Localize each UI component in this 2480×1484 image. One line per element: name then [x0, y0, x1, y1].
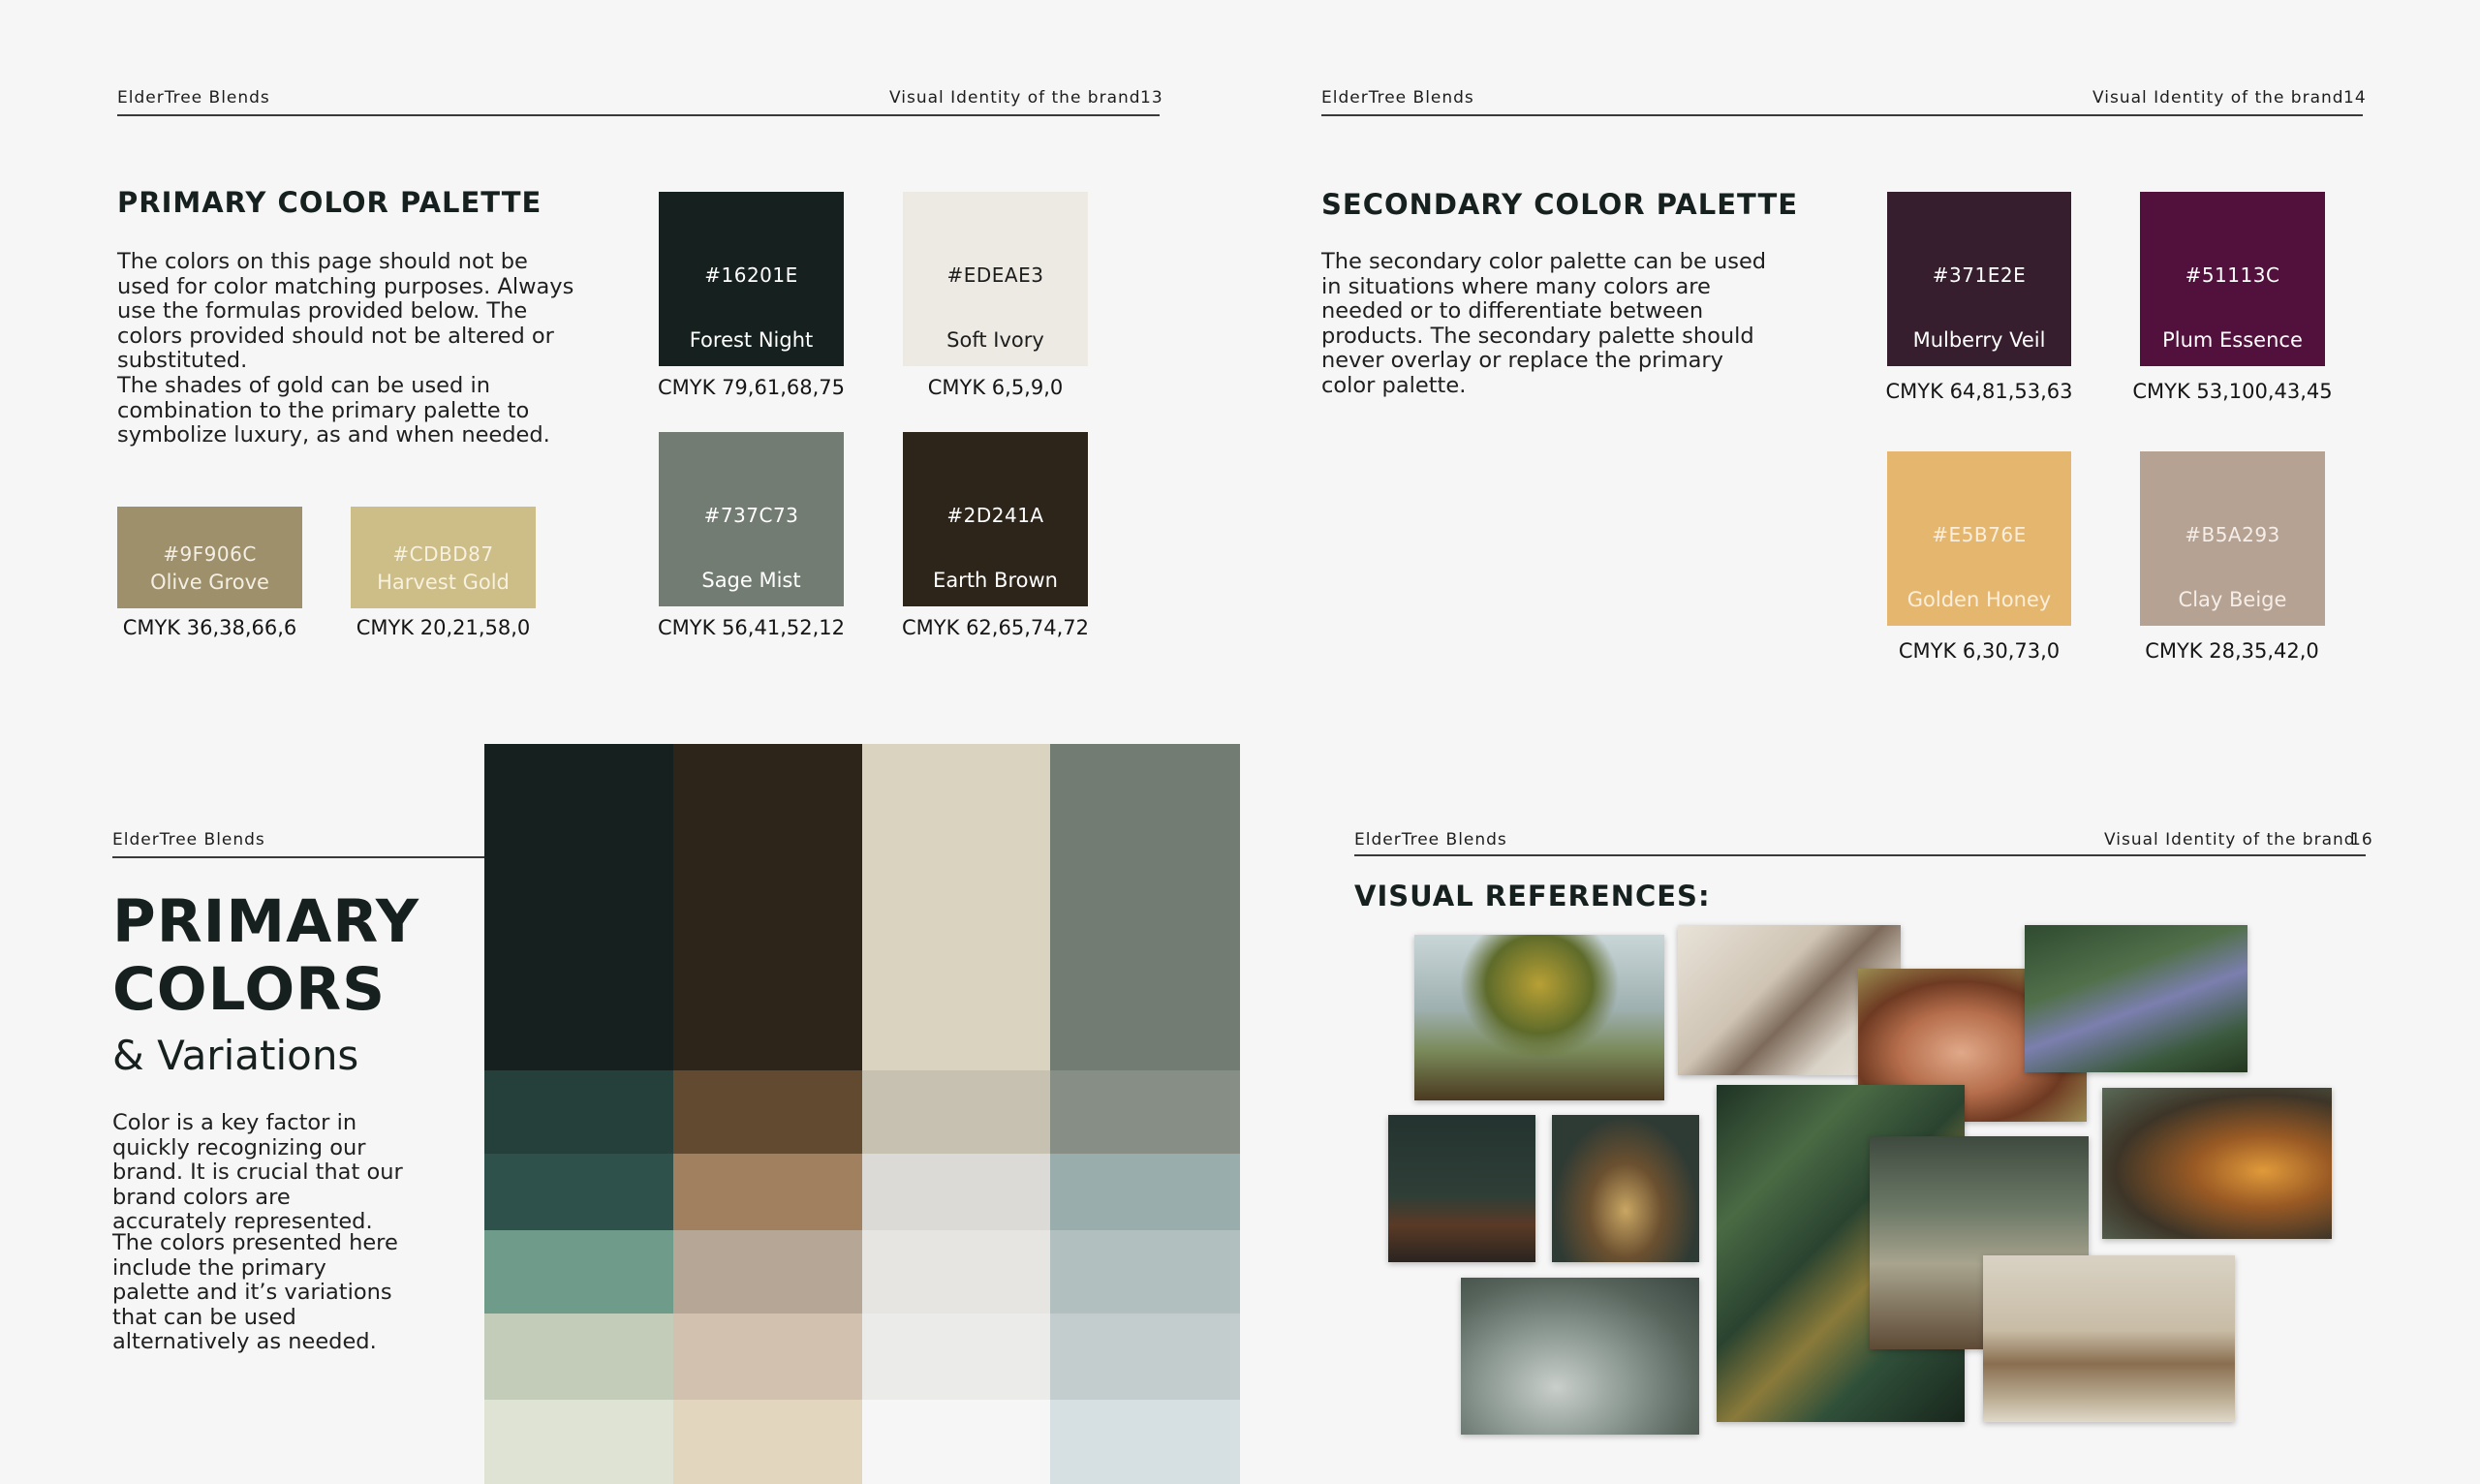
color-swatch: #B5A293 Clay Beige: [2140, 451, 2325, 626]
color-swatch: #CDBD87 Harvest Gold: [351, 507, 536, 608]
stones-photo: [1461, 1278, 1699, 1435]
section-heading: VISUAL REFERENCES:: [1354, 880, 1711, 912]
color-variation-cell: [484, 1400, 674, 1484]
color-variation-cell: [1050, 1154, 1240, 1230]
color-variation-cell: [1050, 1070, 1240, 1154]
swatch-cmyk: CMYK 6,5,9,0: [927, 376, 1064, 399]
page-title-line: PRIMARY: [112, 887, 420, 956]
header-rule: [117, 114, 1160, 116]
header-rule: [1354, 854, 2366, 856]
color-variation-cell: [484, 1314, 674, 1400]
brand-name: ElderTree Blends: [1321, 88, 1474, 108]
swatch-cmyk: CMYK 6,30,73,0: [1898, 639, 2061, 663]
swatch-cmyk: CMYK 53,100,43,45: [2132, 380, 2333, 403]
brand-name: ElderTree Blends: [1354, 830, 1507, 850]
header-rule: [1321, 114, 2363, 116]
color-variation-cell: [861, 1400, 1051, 1484]
swatch-name: Mulberry Veil: [1912, 328, 2046, 352]
swatch-hex: #371E2E: [1932, 263, 2027, 287]
color-variation-cell: [484, 1230, 674, 1314]
interior-frames-photo: [1388, 1115, 1535, 1262]
swatch-name: Sage Mist: [701, 569, 801, 592]
color-swatch: #371E2E Mulberry Veil: [1887, 192, 2071, 366]
color-variation-cell: [1050, 1400, 1240, 1484]
paragraph: The colors presented here include the pr…: [112, 1230, 398, 1354]
swatch-cmyk: CMYK 28,35,42,0: [2145, 639, 2319, 663]
page-title-line: COLORS: [112, 955, 387, 1024]
color-variation-cell: [672, 1154, 862, 1230]
color-variation-cell: [861, 1314, 1051, 1400]
color-variation-cell: [484, 1070, 674, 1154]
color-swatch: #16201E Forest Night: [659, 192, 844, 366]
color-variation-cell: [1050, 1230, 1240, 1314]
color-variation-cell: [861, 1154, 1051, 1230]
swatch-name: Clay Beige: [2178, 588, 2287, 611]
paragraph: The secondary color palette can be used …: [1321, 249, 1767, 398]
brand-name: ElderTree Blends: [112, 830, 265, 850]
swatch-hex: #16201E: [704, 263, 798, 287]
color-variation-cell: [1050, 744, 1240, 1070]
tea-glasses-photo: [2102, 1088, 2332, 1239]
swatch-cmyk: CMYK 36,38,66,6: [122, 616, 297, 639]
color-variation-cell: [672, 1400, 862, 1484]
section-title: Visual Identity of the brand: [889, 88, 1141, 108]
page-number: 13: [1140, 88, 1163, 108]
color-swatch: #EDEAE3 Soft Ivory: [903, 192, 1088, 366]
color-variation-cell: [861, 744, 1051, 1070]
swatch-name: Earth Brown: [933, 569, 1058, 592]
page-subtitle: & Variations: [112, 1032, 359, 1079]
swatch-hex: #CDBD87: [392, 542, 494, 566]
lavender-garden-photo: [2025, 925, 2248, 1072]
paragraph: The colors on this page should not be us…: [117, 249, 574, 373]
swatch-hex: #B5A293: [2185, 523, 2280, 546]
color-variation-cell: [672, 1070, 862, 1154]
color-swatch: #51113C Plum Essence: [2140, 192, 2325, 366]
color-swatch: #2D241A Earth Brown: [903, 432, 1088, 606]
swatch-name: Golden Honey: [1906, 588, 2052, 611]
section-heading: PRIMARY COLOR PALETTE: [117, 186, 542, 219]
swatch-cmyk: CMYK 20,21,58,0: [356, 616, 531, 639]
swatch-name: Olive Grove: [150, 571, 269, 594]
section-title: Visual Identity of the brand: [2092, 88, 2344, 108]
color-variation-cell: [672, 1314, 862, 1400]
swatch-name: Harvest Gold: [377, 571, 510, 594]
tree-photo: [1414, 935, 1664, 1100]
color-swatch: #737C73 Sage Mist: [659, 432, 844, 606]
color-variations-grid: [484, 744, 1240, 1484]
swatch-cmyk: CMYK 56,41,52,12: [658, 616, 845, 639]
header-rule: [112, 856, 484, 858]
color-variation-cell: [484, 1154, 674, 1230]
swatch-cmyk: CMYK 64,81,53,63: [1885, 380, 2073, 403]
herb-jars-photo: [1983, 1255, 2235, 1422]
swatch-name: Soft Ivory: [946, 328, 1044, 352]
page-number: 14: [2343, 88, 2367, 108]
swatch-hex: #EDEAE3: [946, 263, 1044, 287]
swatch-name: Plum Essence: [2162, 328, 2303, 352]
color-variation-cell: [672, 744, 862, 1070]
color-variation-cell: [672, 1230, 862, 1314]
swatch-hex: #737C73: [703, 504, 799, 527]
color-variation-cell: [861, 1230, 1051, 1314]
section-heading: SECONDARY COLOR PALETTE: [1321, 188, 1799, 221]
swatch-name: Forest Night: [689, 328, 814, 352]
swatch-hex: #E5B76E: [1932, 523, 2027, 546]
swatch-hex: #51113C: [2185, 263, 2280, 287]
brand-name: ElderTree Blends: [117, 88, 270, 108]
color-swatch: #9F906C Olive Grove: [117, 507, 302, 608]
color-swatch: #E5B76E Golden Honey: [1887, 451, 2071, 626]
paragraph: The shades of gold can be used in combin…: [117, 373, 550, 448]
color-variation-cell: [861, 1070, 1051, 1154]
swatch-hex: #2D241A: [946, 504, 1044, 527]
color-variation-cell: [1050, 1314, 1240, 1400]
swatch-hex: #9F906C: [163, 542, 257, 566]
section-title: Visual Identity of the brand: [2104, 830, 2356, 850]
tea-pouring-photo: [1552, 1115, 1699, 1262]
swatch-cmyk: CMYK 62,65,74,72: [902, 616, 1089, 639]
page-number: 16: [2350, 830, 2373, 850]
color-variation-cell: [484, 744, 674, 1070]
swatch-cmyk: CMYK 79,61,68,75: [658, 376, 845, 399]
paragraph: Color is a key factor in quickly recogni…: [112, 1110, 403, 1234]
